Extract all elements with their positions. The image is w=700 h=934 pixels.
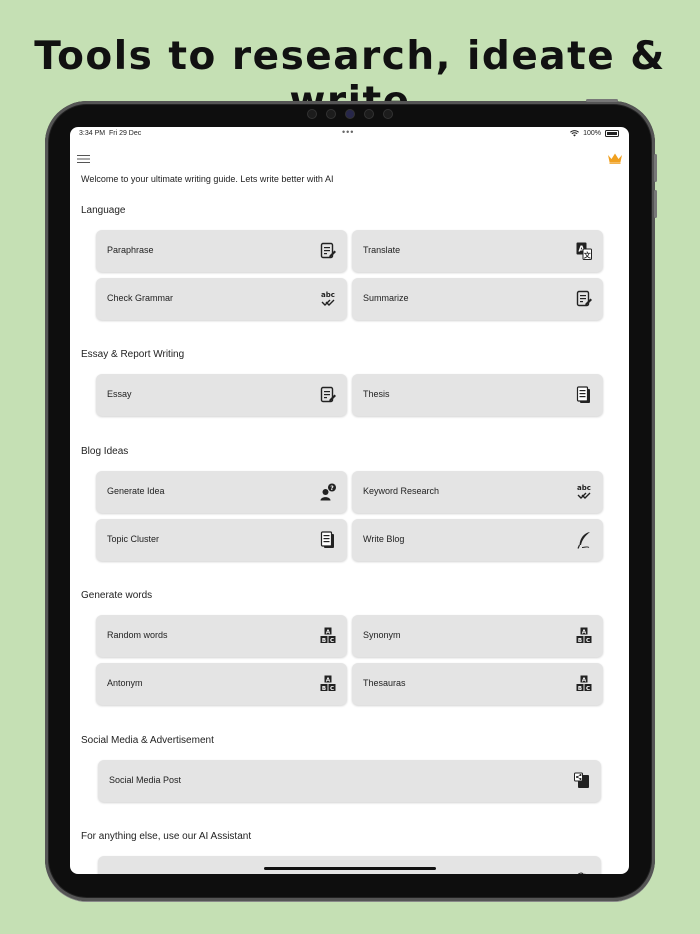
spellcheck-icon: abc <box>321 291 335 306</box>
quill-icon <box>577 532 590 549</box>
documents-icon <box>576 386 590 403</box>
svg-text:abc: abc <box>577 484 591 492</box>
status-date-text: Fri 29 Dec <box>108 130 142 137</box>
ai-assistant-icon <box>577 872 586 874</box>
multitask-dots[interactable]: ••• <box>342 127 354 137</box>
svg-text:文: 文 <box>584 251 592 260</box>
tool-card-label: Check Grammar <box>107 293 174 303</box>
svg-text:C: C <box>330 638 334 644</box>
device-volume-down-button <box>654 190 657 218</box>
status-indicators: 100% <box>570 130 619 137</box>
app-screen: 3:34 PM Fri 29 Dec ••• 100% Welcome to y… <box>70 127 629 874</box>
section-title-assistant: For anything else, use our AI Assistant <box>81 831 252 842</box>
tool-card-label: Keyword Research <box>363 486 440 496</box>
battery-percent: 100% <box>583 130 601 137</box>
tool-card-summarize[interactable]: Summarize <box>352 278 603 320</box>
tool-card-translate[interactable]: Translate A 文 <box>352 230 603 272</box>
status-time-text: 3:34 PM <box>79 130 106 137</box>
tool-card-label: Antonym <box>107 678 143 688</box>
battery-icon <box>605 130 619 137</box>
tool-card-label: Synonym <box>363 630 401 640</box>
tool-card-label: Generate Idea <box>107 486 165 496</box>
svg-text:A: A <box>582 677 587 683</box>
tool-card-thesauras[interactable]: Thesauras A B C <box>352 663 603 705</box>
svg-text:C: C <box>586 686 590 692</box>
tool-card-label: Paraphrase <box>107 245 154 255</box>
sensor-dot <box>365 110 373 118</box>
abc-blocks-icon: A B C <box>320 675 336 692</box>
tool-card-synonym[interactable]: Synonym A B C <box>352 615 603 657</box>
tool-card-check-grammar[interactable]: Check Grammar abc <box>96 278 347 320</box>
hamburger-menu-icon[interactable] <box>77 154 90 164</box>
home-indicator[interactable] <box>264 867 436 870</box>
tool-card-paraphrase[interactable]: Paraphrase <box>96 230 347 272</box>
svg-text:abc: abc <box>321 291 335 299</box>
sensor-dot <box>327 110 335 118</box>
svg-text:C: C <box>330 686 334 692</box>
welcome-text: Welcome to your ultimate writing guide. … <box>81 174 334 184</box>
tool-card-generate-idea[interactable]: Generate Idea ? <box>96 471 347 513</box>
svg-text:B: B <box>322 686 326 692</box>
tool-card-keyword-research[interactable]: Keyword Research abc <box>352 471 603 513</box>
sensor-dot <box>384 110 392 118</box>
crown-icon[interactable] <box>607 152 623 164</box>
tool-card-label: Random words <box>107 630 168 640</box>
svg-text:A: A <box>582 629 587 635</box>
abc-blocks-icon: A B C <box>576 627 592 644</box>
svg-text:B: B <box>578 638 582 644</box>
svg-text:A: A <box>326 677 331 683</box>
sensor-dot <box>308 110 316 118</box>
abc-blocks-icon: A B C <box>576 675 592 692</box>
edit-document-icon <box>320 242 336 259</box>
tool-card-ai-assistant[interactable] <box>98 856 601 874</box>
svg-text:C: C <box>586 638 590 644</box>
tool-card-label: Translate <box>363 245 401 255</box>
share-post-icon <box>574 772 589 788</box>
tool-card-label: Essay <box>107 389 132 399</box>
wifi-icon <box>570 130 580 137</box>
edit-document-icon <box>576 290 592 307</box>
tool-card-label: Summarize <box>363 293 409 303</box>
abc-blocks-icon: A B C <box>320 627 336 644</box>
device-top-button <box>586 99 618 102</box>
status-time: 3:34 PM Fri 29 Dec <box>79 130 141 137</box>
svg-text:B: B <box>578 686 582 692</box>
svg-text:?: ? <box>330 485 334 492</box>
tool-card-label: Topic Cluster <box>107 534 160 544</box>
translate-icon: A 文 <box>576 242 592 260</box>
section-title-social: Social Media & Advertisement <box>81 735 214 746</box>
camera-housing <box>300 108 400 120</box>
section-title-words: Generate words <box>81 590 153 601</box>
person-question-icon: ? <box>320 483 336 501</box>
tool-card-thesis[interactable]: Thesis <box>352 374 603 416</box>
status-bar: 3:34 PM Fri 29 Dec ••• 100% <box>70 127 629 141</box>
svg-text:B: B <box>322 638 326 644</box>
tool-card-label: Social Media Post <box>109 775 182 785</box>
section-title-language: Language <box>81 205 126 216</box>
tool-card-social-media-post[interactable]: Social Media Post <box>98 760 601 802</box>
tool-card-random-words[interactable]: Random words A B C <box>96 615 347 657</box>
tool-card-label: Thesauras <box>363 678 406 688</box>
tool-card-antonym[interactable]: Antonym A B C <box>96 663 347 705</box>
tool-card-label: Write Blog <box>363 534 405 544</box>
section-title-essay: Essay & Report Writing <box>81 349 185 360</box>
tool-card-write-blog[interactable]: Write Blog <box>352 519 603 561</box>
tool-card-label: Thesis <box>363 389 390 399</box>
tool-card-topic-cluster[interactable]: Topic Cluster <box>96 519 347 561</box>
section-title-blog: Blog Ideas <box>81 446 129 457</box>
edit-document-icon <box>320 386 336 403</box>
documents-icon <box>320 531 334 548</box>
tool-card-essay[interactable]: Essay <box>96 374 347 416</box>
device-volume-up-button <box>654 154 657 182</box>
camera-lens <box>346 110 354 118</box>
svg-text:A: A <box>326 629 331 635</box>
spellcheck-icon: abc <box>577 484 591 499</box>
